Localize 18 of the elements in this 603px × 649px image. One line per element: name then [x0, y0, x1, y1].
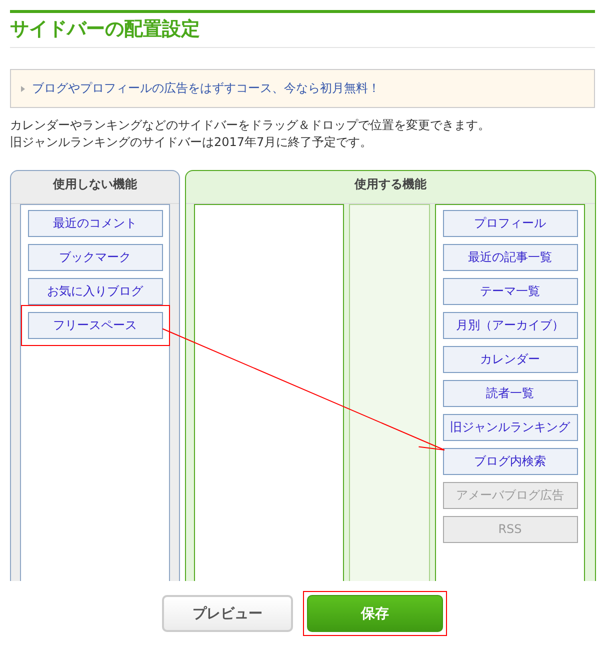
triangle-icon [21, 86, 25, 92]
description-text: 旧ジャンルランキングのサイドバーは2017年7月に終了予定です。 [10, 134, 374, 151]
widget-item[interactable]: 月別（アーカイブ） [442, 312, 578, 339]
widget-item[interactable]: プロフィール [442, 210, 578, 237]
widget-item[interactable]: カレンダー [442, 346, 578, 373]
description-text: カレンダーやランキングなどのサイドバーをドラッグ＆ドロップで位置を変更できます。 [10, 117, 491, 134]
widget-item[interactable]: お気に入りブログ [28, 278, 162, 305]
notice-link[interactable]: ブログやプロフィールの広告をはずすコース、今なら初月無料！ [32, 80, 380, 97]
preview-button[interactable]: プレビュー [162, 595, 293, 632]
widget-item[interactable]: ブックマーク [28, 244, 162, 271]
widget-item[interactable]: 読者一覧 [442, 380, 578, 407]
page-title: サイドバーの配置設定 [10, 13, 595, 48]
widget-item[interactable]: 最近の記事一覧 [442, 244, 578, 271]
widget-item[interactable]: テーマ一覧 [442, 278, 578, 305]
widget-item[interactable]: 旧ジャンルランキング [442, 414, 578, 441]
widget-item[interactable]: 最近のコメント [28, 210, 162, 237]
widget-item[interactable]: フリースペース [28, 312, 162, 339]
widget-item[interactable]: ブログ内検索 [442, 448, 578, 475]
